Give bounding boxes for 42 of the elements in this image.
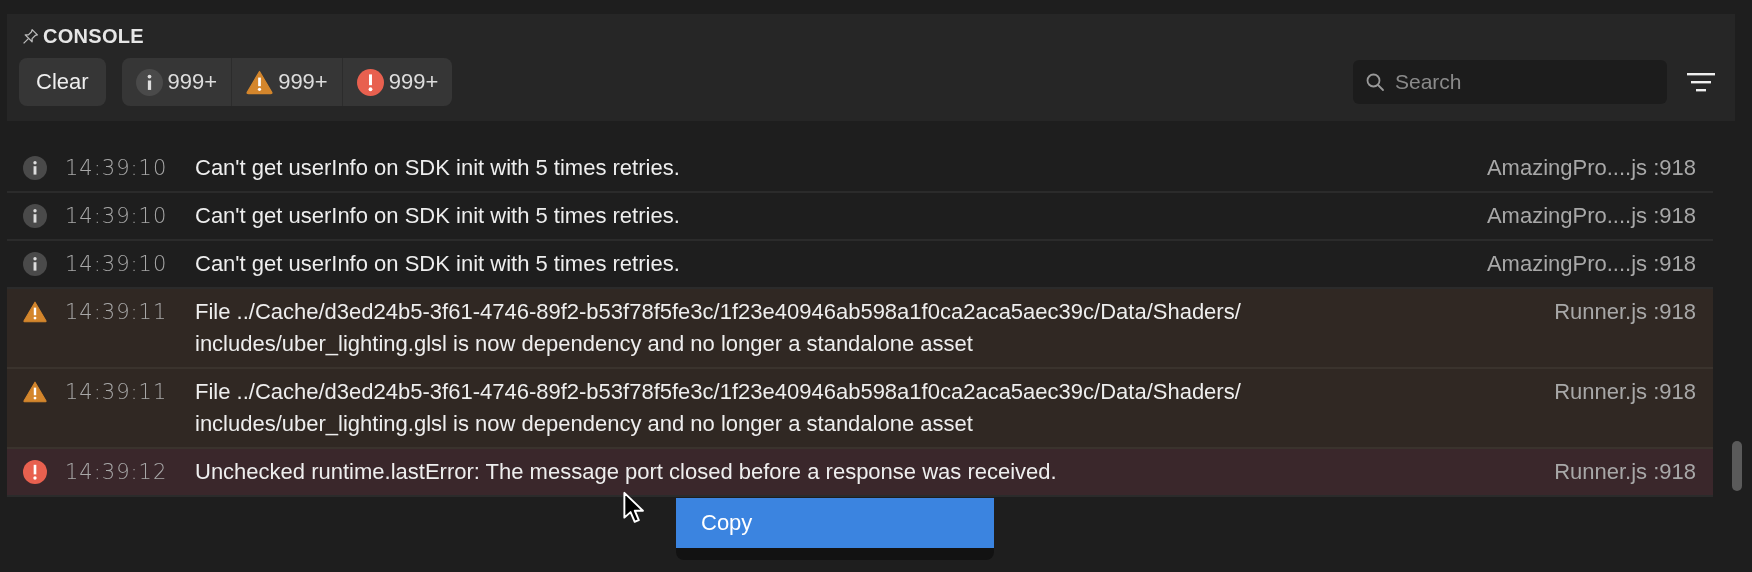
log-time: 14:39:12 (65, 459, 169, 486)
log-row[interactable]: 14:39:12 Unchecked runtime.lastError: The message port closed before a response was received. Runner.js :918 (7, 449, 1713, 497)
pin-icon[interactable] (22, 27, 39, 45)
log-message: File ../Cache/d3ed24b5-3f61-4746-89f2-b53f78f5fe3c/1f23e40946ab598a1f0ca2aca5aec39c/Data/Shaders/ includes/uber_lighting.glsl is now dependency and no longer a standalone asset (195, 298, 1242, 358)
source-link[interactable]: AmazingPro....js :918 (1486, 200, 1696, 232)
log-filter-button[interactable]: 999+ (342, 58, 453, 106)
error-icon (23, 460, 47, 484)
source-link[interactable]: Runner.js :918 (1554, 376, 1696, 408)
search-icon (1365, 72, 1385, 92)
log-message: Unchecked runtime.lastError: The message port closed before a response was received. (195, 458, 1058, 486)
log-message: Can't get userInfo on SDK init with 5 times retries. (195, 154, 681, 182)
log-row[interactable]: 14:39:11 File ../Cache/d3ed24b5-3f61-4746-89f2-b53f78f5fe3c/1f23e40946ab598a1f0ca2aca5aec39c/Data/Shaders/ includes/uber_lighting.glsl is now dependency and no longer a standalone asset Runner.js :918 (7, 289, 1713, 369)
log-filter-button[interactable]: 999+ (121, 58, 233, 106)
log-message: Can't get userInfo on SDK init with 5 times retries. (195, 250, 681, 278)
source-link[interactable]: Runner.js :918 (1554, 296, 1696, 328)
scrollbar[interactable] (1732, 441, 1742, 491)
log-time: 14:39:11 (65, 299, 169, 326)
error-icon (356, 68, 384, 96)
info-icon (135, 68, 163, 96)
cursor-icon (623, 490, 645, 526)
log-time: 14:39:11 (65, 379, 169, 406)
warning-icon (246, 68, 274, 96)
log-row[interactable]: 14:39:11 File ../Cache/d3ed24b5-3f61-4746-89f2-b53f78f5fe3c/1f23e40946ab598a1f0ca2aca5aec39c/Data/Shaders/ includes/uber_lighting.glsl is now dependency and no longer a standalone asset Runner.js :918 (7, 369, 1713, 449)
warning-icon (23, 380, 47, 404)
source-link[interactable]: AmazingPro....js :918 (1486, 248, 1696, 280)
log-time: 14:39:10 (65, 251, 169, 278)
filter-icon[interactable] (1687, 72, 1715, 92)
log-message: File ../Cache/d3ed24b5-3f61-4746-89f2-b53f78f5fe3c/1f23e40946ab598a1f0ca2aca5aec39c/Data/Shaders/ includes/uber_lighting.glsl is now dependency and no longer a standalone asset (195, 378, 1242, 438)
source-link[interactable]: AmazingPro....js :918 (1486, 152, 1696, 184)
info-icon (23, 252, 47, 276)
warning-icon (23, 300, 47, 324)
info-icon (23, 204, 47, 228)
clear-button[interactable]: Clear (19, 58, 106, 106)
log-time: 14:39:10 (65, 203, 169, 230)
panel-title: CONSOLE (43, 24, 144, 48)
log-message: Can't get userInfo on SDK init with 5 times retries. (195, 202, 681, 230)
search-field[interactable]: Search (1353, 60, 1667, 104)
menu-item[interactable]: Copy (676, 498, 994, 548)
log-filter-button[interactable]: 999+ (232, 58, 343, 106)
source-link[interactable]: Runner.js :918 (1554, 456, 1696, 488)
log-time: 14:39:10 (65, 155, 169, 182)
info-icon (23, 156, 47, 180)
